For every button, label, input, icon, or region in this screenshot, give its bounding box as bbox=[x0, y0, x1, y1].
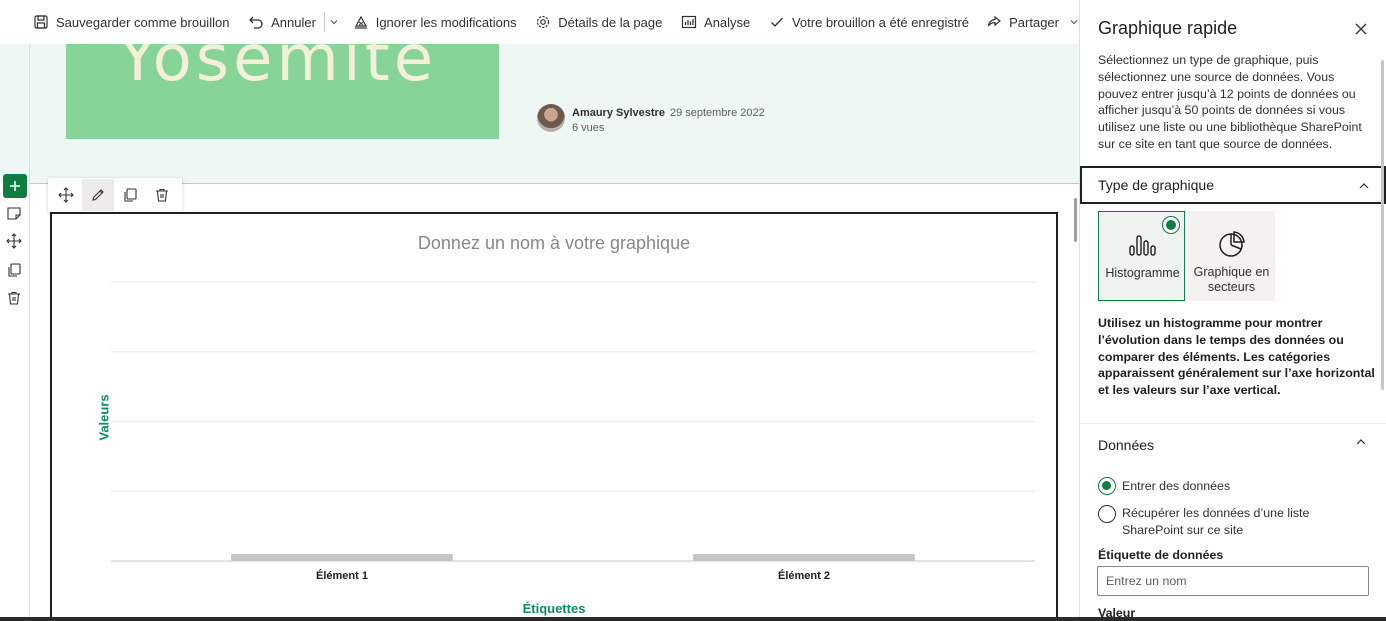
data-accordion-header[interactable]: Données bbox=[1098, 437, 1154, 453]
draft-saved-label: Votre brouillon a été enregistré bbox=[791, 14, 970, 30]
pencil-icon bbox=[92, 189, 104, 201]
delete-webpart-button[interactable] bbox=[146, 179, 178, 211]
edit-webpart-button[interactable] bbox=[82, 179, 114, 211]
add-section-button[interactable] bbox=[3, 174, 27, 198]
bar-2 bbox=[693, 554, 915, 561]
undo-button[interactable]: Annuler bbox=[248, 0, 316, 44]
page-details-label: Détails de la page bbox=[558, 14, 663, 30]
quick-chart-property-pane: Graphique rapide Sélectionnez un type de… bbox=[1079, 0, 1386, 621]
close-icon[interactable] bbox=[1354, 22, 1368, 36]
webpart-toolbar bbox=[48, 178, 182, 212]
share-label: Partager bbox=[1009, 14, 1059, 30]
command-bar: Sauvegarder comme brouillon Annuler Igno… bbox=[0, 0, 1079, 44]
save-draft-label: Sauvegarder comme brouillon bbox=[56, 14, 230, 30]
move-icon bbox=[58, 187, 74, 203]
x-tick-label: Élément 2 bbox=[778, 569, 830, 582]
duplicate-webpart-button[interactable] bbox=[114, 179, 146, 211]
title-banner-image[interactable]: Yosemite bbox=[66, 44, 499, 139]
plus-icon bbox=[10, 181, 20, 191]
radio-enter-data-label[interactable]: Entrer des données bbox=[1122, 478, 1230, 495]
quick-chart-webpart[interactable]: Donnez un nom à votre graphique Élément … bbox=[50, 212, 1058, 621]
author-name: Amaury Sylvestre bbox=[572, 107, 665, 119]
analytics-button[interactable]: Analyse bbox=[681, 0, 750, 44]
duplicate-section-icon[interactable] bbox=[6, 262, 22, 278]
x-tick-label: Élément 1 bbox=[316, 569, 368, 582]
chart-type-pie[interactable]: Graphique en secteurs bbox=[1188, 211, 1275, 301]
discard-icon bbox=[354, 15, 367, 29]
move-webpart-button[interactable] bbox=[50, 179, 82, 211]
chart-type-pie-label: Graphique en secteurs bbox=[1193, 265, 1270, 294]
analytics-icon bbox=[681, 15, 697, 29]
trash-icon bbox=[156, 188, 168, 202]
y-axis-label: Valeurs bbox=[96, 394, 112, 441]
undo-icon bbox=[249, 16, 263, 29]
section-divider bbox=[30, 183, 1079, 184]
radio-sharepoint-list-label[interactable]: Récupérer les données d’une liste ShareP… bbox=[1122, 505, 1342, 539]
chevron-up-icon[interactable] bbox=[1355, 436, 1367, 448]
divider bbox=[1080, 423, 1386, 424]
chart-plot: Élément 1 Élément 2 bbox=[111, 281, 1035, 582]
canvas-scrollbar[interactable] bbox=[1074, 198, 1077, 242]
chevron-up-icon bbox=[1359, 183, 1369, 189]
panel-description: Sélectionnez un type de graphique, puis … bbox=[1098, 53, 1362, 151]
radio-sharepoint-list[interactable] bbox=[1098, 505, 1116, 523]
chevron-down-icon bbox=[1070, 20, 1078, 25]
discard-changes-label: Ignorer les modifications bbox=[375, 14, 517, 30]
x-axis-label: Étiquettes bbox=[522, 601, 586, 616]
undo-label: Annuler bbox=[271, 14, 316, 30]
radio-enter-data[interactable] bbox=[1098, 477, 1116, 495]
author-block: Amaury Sylvestre 29 septembre 2022 6 vues bbox=[537, 104, 765, 134]
publish-date: 29 septembre 2022 bbox=[669, 107, 765, 119]
delete-section-icon[interactable] bbox=[6, 290, 22, 306]
view-count: 6 vues bbox=[572, 122, 605, 134]
checkmark-icon bbox=[770, 17, 783, 27]
chart-type-column[interactable]: Histogramme bbox=[1098, 211, 1185, 301]
chart-type-column-label: Histogramme bbox=[1105, 266, 1180, 280]
move-section-icon[interactable] bbox=[6, 233, 22, 249]
taskbar-edge bbox=[0, 617, 1386, 621]
panel-scrollbar[interactable] bbox=[1381, 60, 1384, 390]
chart-type-header: Type de graphique bbox=[1098, 177, 1214, 193]
discard-changes-button[interactable]: Ignorer les modifications bbox=[353, 0, 517, 44]
edit-section-icon[interactable] bbox=[6, 205, 22, 221]
save-draft-button[interactable]: Sauvegarder comme brouillon bbox=[33, 0, 229, 44]
undo-dropdown-button[interactable] bbox=[329, 0, 339, 44]
data-label-input[interactable] bbox=[1097, 566, 1369, 596]
bar-1 bbox=[231, 554, 453, 561]
separator bbox=[323, 12, 325, 32]
chevron-down-icon bbox=[330, 20, 338, 25]
page-details-button[interactable]: Détails de la page bbox=[535, 0, 662, 44]
share-button[interactable]: Partager bbox=[986, 0, 1079, 44]
panel-title: Graphique rapide bbox=[1098, 18, 1238, 38]
share-icon bbox=[988, 15, 1002, 27]
chart-type-accordion[interactable]: Type de graphique bbox=[1080, 166, 1386, 204]
pie-chart-icon bbox=[1218, 231, 1245, 257]
banner-text: Yosemite bbox=[118, 44, 438, 96]
section-border bbox=[29, 44, 30, 621]
save-icon bbox=[34, 15, 48, 29]
chart-type-help: Utilisez un histogramme pour montrer l’é… bbox=[1098, 316, 1375, 398]
data-label-title: Étiquette de données bbox=[1098, 548, 1224, 562]
copy-icon bbox=[124, 188, 137, 202]
column-chart-icon bbox=[1128, 235, 1156, 256]
gear-icon bbox=[537, 15, 550, 29]
draft-saved-status: Votre brouillon a été enregistré bbox=[769, 0, 969, 44]
avatar bbox=[537, 104, 565, 132]
analytics-label: Analyse bbox=[704, 14, 751, 30]
title-region: Yosemite Amaury Sylvestre 29 septembre 20… bbox=[0, 44, 1079, 183]
